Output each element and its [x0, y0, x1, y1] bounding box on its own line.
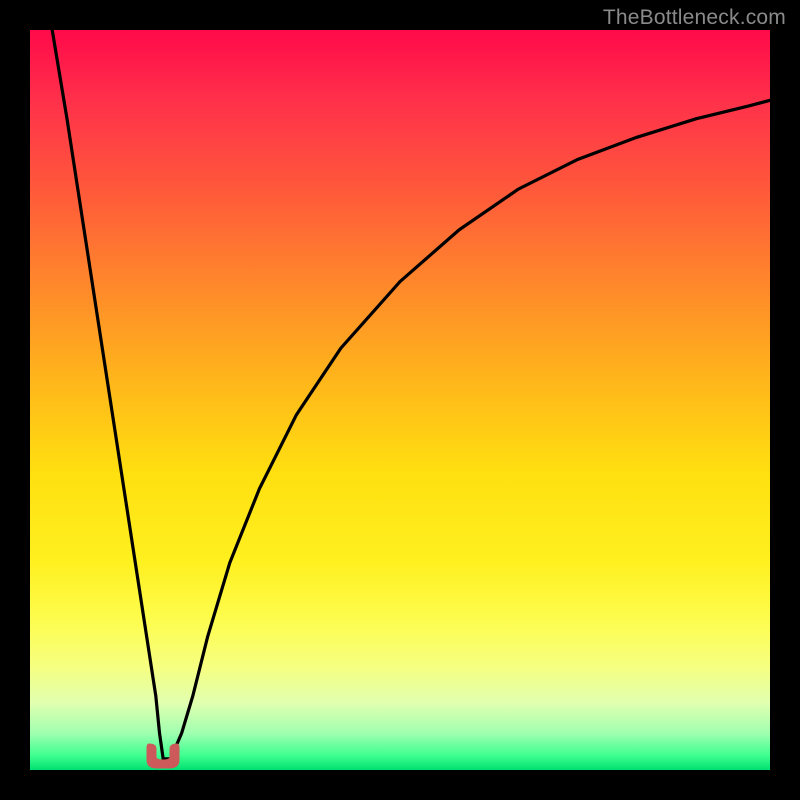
watermark-text: TheBottleneck.com: [603, 6, 786, 30]
optimal-marker-icon: [143, 742, 183, 770]
plot-area: [30, 30, 770, 770]
bottleneck-curve: [30, 30, 770, 770]
chart-frame: TheBottleneck.com: [0, 0, 800, 800]
